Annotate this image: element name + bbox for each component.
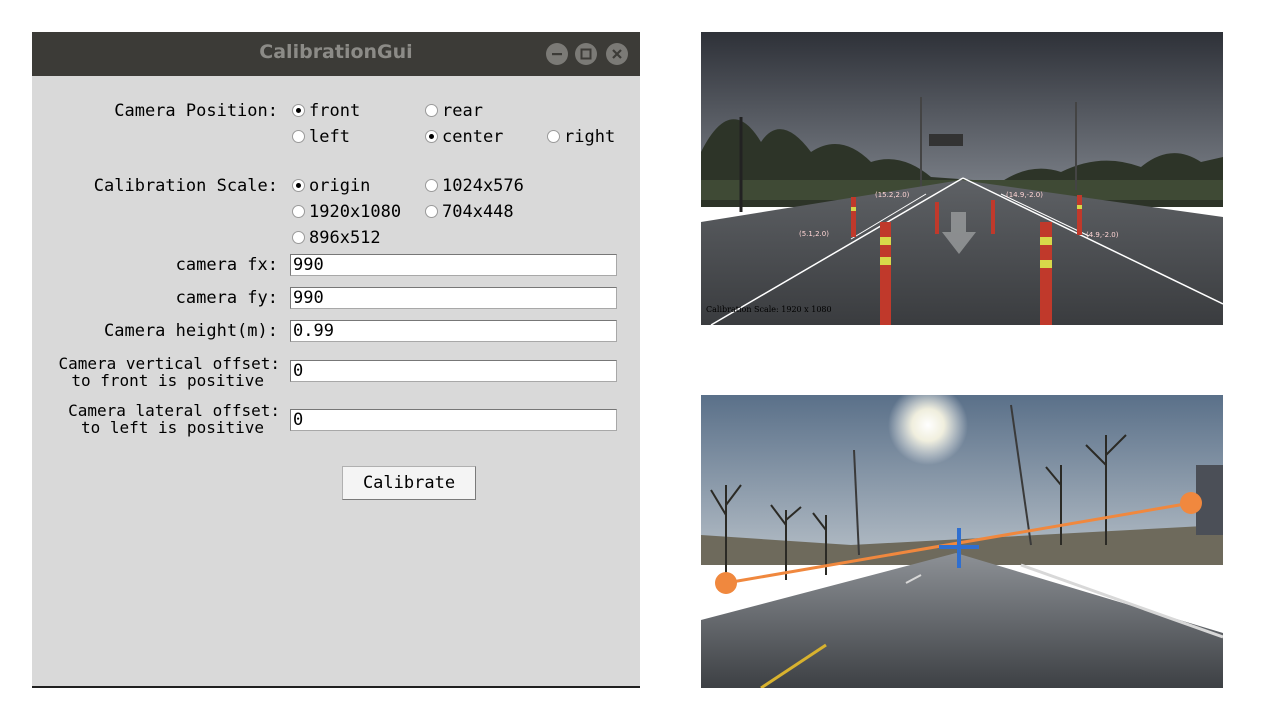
maximize-icon[interactable] [575,43,597,65]
lateral-offset-input[interactable] [290,409,617,431]
radio-indicator[interactable] [292,179,305,192]
radio-indicator[interactable] [547,130,560,143]
calibration-window: CalibrationGui Camera Position: front re… [32,32,640,688]
camera-fx-input[interactable] [290,254,617,276]
radio-1920x1080[interactable]: 1920x1080 [292,202,401,222]
radio-front[interactable]: front [292,101,360,121]
camera-position-label: Camera Position: [114,101,278,121]
radio-704x448[interactable]: 704x448 [425,202,514,222]
point-label: (4.9,-2.0) [1086,231,1119,239]
radio-indicator[interactable] [292,231,305,244]
scale-caption: Calibration Scale: 1920 x 1080 [706,305,832,314]
horizon-adjust-image [701,395,1223,688]
radio-center[interactable]: center [425,127,503,147]
radio-origin[interactable]: origin [292,176,370,196]
radio-rear[interactable]: rear [425,101,483,121]
camera-fx-label: camera fx: [175,255,278,275]
radio-indicator[interactable] [292,130,305,143]
radio-right[interactable]: right [547,127,615,147]
camera-fy-input[interactable] [290,287,617,309]
radio-896x512[interactable]: 896x512 [292,228,381,248]
radio-indicator[interactable] [425,130,438,143]
radio-left[interactable]: left [292,127,350,147]
radio-indicator[interactable] [425,205,438,218]
minimize-icon[interactable] [546,43,568,65]
lateral-offset-label: Camera lateral offset: to left is positi… [68,401,280,437]
vertical-offset-input[interactable] [290,360,617,382]
calibration-scale-label: Calibration Scale: [93,176,278,196]
camera-height-input[interactable] [290,320,617,342]
point-label: (15.2,2.0) [875,191,910,199]
point-label: (5.1,2.0) [799,230,829,238]
camera-fy-label: camera fy: [175,288,278,308]
calibrate-button[interactable]: Calibrate [342,466,476,500]
title-bar[interactable]: CalibrationGui [32,32,640,76]
vertical-offset-label: Camera vertical offset: to front is posi… [58,354,280,390]
close-icon[interactable] [606,43,628,65]
radio-indicator[interactable] [425,179,438,192]
horizon-handle-left[interactable] [715,572,737,594]
camera-height-label: Camera height(m): [104,321,278,341]
radio-indicator[interactable] [292,104,305,117]
horizon-handle-right[interactable] [1180,492,1202,514]
calibration-preview-image: (15.2,2.0) (14.9,-2.0) (5.1,2.0) (4.9,-2… [701,32,1223,325]
radio-indicator[interactable] [292,205,305,218]
point-label: (14.9,-2.0) [1006,191,1043,199]
radio-1024x576[interactable]: 1024x576 [425,176,524,196]
radio-indicator[interactable] [425,104,438,117]
